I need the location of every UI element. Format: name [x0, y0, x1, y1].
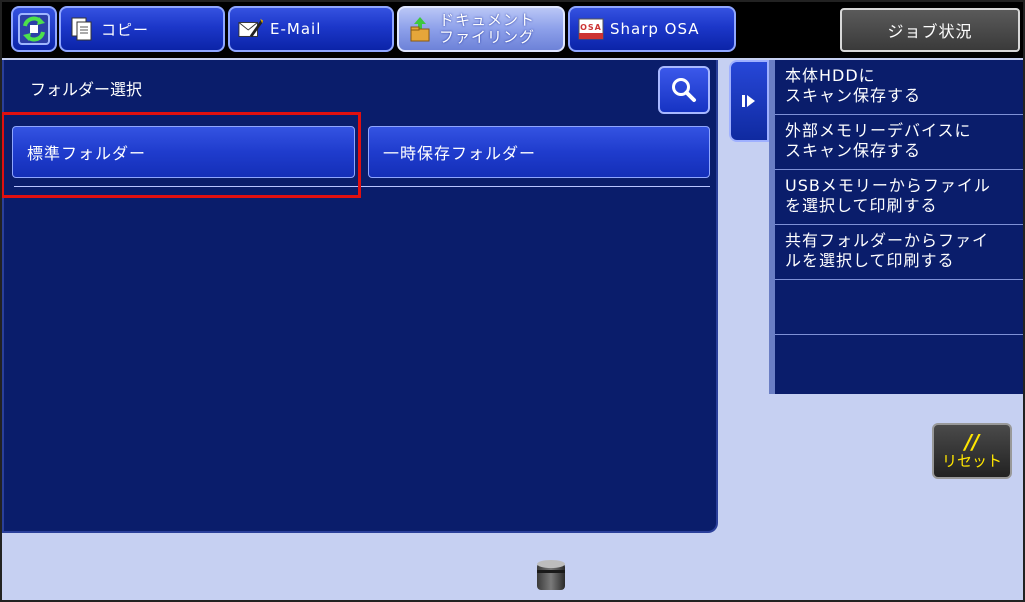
reset-icon: // [964, 430, 980, 454]
reset-label: リセット [941, 452, 1002, 470]
tab-document-filing-label-line2: ファイリング [439, 28, 536, 46]
reset-button[interactable]: // リセット [932, 423, 1012, 479]
tab-copy[interactable]: コピー [59, 6, 225, 52]
panel-title: フォルダー選択 [30, 80, 143, 99]
expand-arrow-icon [742, 95, 755, 107]
temporary-folder-button[interactable]: 一時保存フォルダー [368, 126, 710, 178]
side-item-scan-to-hdd[interactable]: 本体HDDに スキャン保存する [775, 60, 1025, 115]
side-item-label: 外部メモリーデバイスに スキャン保存する [785, 121, 972, 160]
highlight-box [1, 112, 361, 198]
osa-icon: OSA [578, 16, 604, 42]
side-item-print-from-shared-folder[interactable]: 共有フォルダーからファイ ルを選択して印刷する [775, 225, 1025, 280]
tab-copy-label: コピー [101, 20, 150, 39]
job-status-button[interactable]: ジョブ状況 [840, 8, 1020, 52]
tab-sharp-osa-label: Sharp OSA [610, 20, 700, 38]
side-item-empty [775, 335, 1025, 394]
copy-icon [69, 16, 95, 42]
home-button[interactable] [11, 6, 57, 52]
search-icon [672, 78, 696, 102]
tab-document-filing[interactable]: ドキュメント ファイリング [397, 6, 565, 52]
side-item-empty [775, 280, 1025, 335]
search-button[interactable] [658, 66, 710, 114]
tab-email-label: E-Mail [270, 20, 322, 38]
side-item-scan-to-external-memory[interactable]: 外部メモリーデバイスに スキャン保存する [775, 115, 1025, 170]
side-item-label: 共有フォルダーからファイ ルを選択して印刷する [785, 231, 990, 270]
tab-sharp-osa[interactable]: OSA Sharp OSA [568, 6, 736, 52]
tab-email[interactable]: E-Mail [228, 6, 394, 52]
tab-document-filing-label-line1: ドキュメント [439, 11, 536, 29]
document-filing-icon [407, 16, 433, 42]
side-menu: 本体HDDに スキャン保存する 外部メモリーデバイスに スキャン保存する USB… [769, 60, 1025, 394]
osa-icon-text: OSA [580, 23, 602, 32]
side-panel-toggle[interactable] [729, 60, 769, 142]
side-item-label: 本体HDDに スキャン保存する [785, 66, 922, 105]
home-icon [18, 13, 50, 45]
side-item-print-from-usb[interactable]: USBメモリーからファイル を選択して印刷する [775, 170, 1025, 225]
email-icon [238, 16, 264, 42]
side-item-label: USBメモリーからファイル を選択して印刷する [785, 176, 991, 215]
top-bar: コピー E-Mail ドキュメント ファイリング OSA Sharp OSA ジ… [2, 2, 1023, 58]
storage-icon [537, 560, 565, 590]
